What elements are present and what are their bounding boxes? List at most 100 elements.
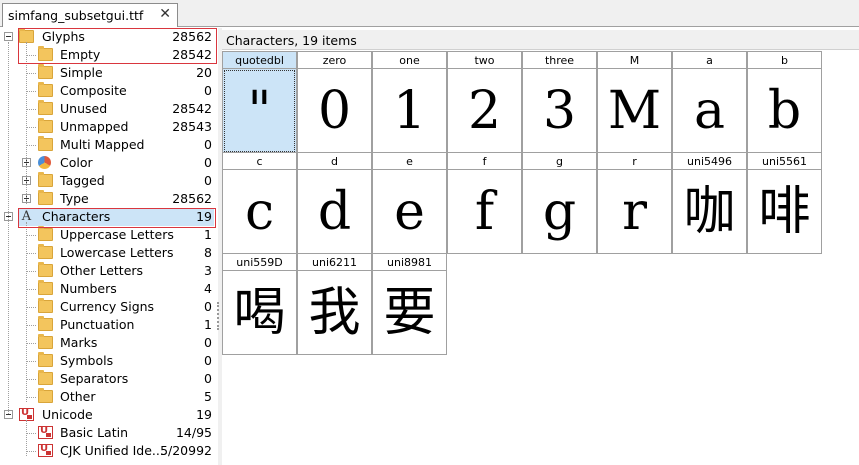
tree-item-count: 19 bbox=[196, 407, 212, 422]
tree-item-basic-latin[interactable]: Basic Latin 14/95 bbox=[0, 424, 218, 442]
close-icon[interactable]: ✕ bbox=[159, 6, 171, 22]
character-glyph: 咖 bbox=[683, 182, 736, 242]
tree-connector bbox=[26, 42, 27, 204]
collapse-icon[interactable] bbox=[4, 32, 13, 41]
folder-icon bbox=[38, 352, 53, 367]
character-cell[interactable]: uni559D 喝 bbox=[222, 253, 297, 355]
character-cell[interactable]: gg bbox=[522, 152, 597, 254]
unicode-icon bbox=[38, 443, 53, 457]
tree-connector bbox=[8, 42, 9, 414]
character-name: uni6211 bbox=[298, 254, 371, 271]
character-cell[interactable]: MM bbox=[597, 51, 672, 153]
characters-panel-title: Characters, 19 items bbox=[226, 33, 357, 48]
character-cell[interactable]: one 1 bbox=[372, 51, 447, 153]
tree-connector bbox=[26, 325, 36, 326]
folder-icon bbox=[38, 64, 53, 79]
tree-item-count: 1 bbox=[204, 227, 212, 242]
folder-icon bbox=[38, 316, 53, 331]
character-cell[interactable]: aa bbox=[672, 51, 747, 153]
tree-item-label: Separators bbox=[60, 371, 129, 386]
tree-connector bbox=[26, 307, 36, 308]
tree-item-marks[interactable]: Marks 0 bbox=[0, 334, 218, 352]
character-cell[interactable]: ff bbox=[447, 152, 522, 254]
character-glyph: f bbox=[474, 182, 495, 242]
tree-connector bbox=[26, 222, 27, 402]
tree-item-characters[interactable]: A Characters 19 bbox=[0, 208, 218, 226]
tree-item-punctuation[interactable]: Punctuation 1 bbox=[0, 316, 218, 334]
document-tab-bar: simfang_subsetgui.ttf ✕ bbox=[0, 0, 859, 27]
tree-connector bbox=[26, 420, 27, 456]
tree-item-separators[interactable]: Separators 0 bbox=[0, 370, 218, 388]
character-cell[interactable]: zero 0 bbox=[297, 51, 372, 153]
tree-item-unused[interactable]: Unused 28542 bbox=[0, 100, 218, 118]
character-name: uni8981 bbox=[373, 254, 446, 271]
character-glyph: 2 bbox=[467, 81, 502, 141]
character-glyph: M bbox=[607, 81, 662, 141]
character-cell[interactable]: dd bbox=[297, 152, 372, 254]
tree-connector bbox=[26, 433, 36, 434]
character-cell[interactable]: cc bbox=[222, 152, 297, 254]
tree-item-unicode[interactable]: Unicode 19 bbox=[0, 406, 218, 424]
tree-item-simple[interactable]: Simple 20 bbox=[0, 64, 218, 82]
tree-item-currency-signs[interactable]: Currency Signs 0 bbox=[0, 298, 218, 316]
tree-item-other[interactable]: Other 5 bbox=[0, 388, 218, 406]
character-name: b bbox=[748, 52, 821, 69]
folder-icon bbox=[38, 136, 53, 151]
tree-item-numbers[interactable]: Numbers 4 bbox=[0, 280, 218, 298]
character-glyph: g bbox=[542, 182, 577, 242]
character-name: c bbox=[223, 153, 296, 170]
tree-item-uppercase-letters[interactable]: Uppercase Letters 1 bbox=[0, 226, 218, 244]
character-cell[interactable]: bb bbox=[747, 51, 822, 153]
tree-item-multi-mapped[interactable]: Multi Mapped 0 bbox=[0, 136, 218, 154]
character-name: three bbox=[523, 52, 596, 69]
tree-item-label: Numbers bbox=[60, 281, 117, 296]
character-name: quotedbl bbox=[223, 52, 296, 69]
character-cell[interactable]: three 3 bbox=[522, 51, 597, 153]
category-tree[interactable]: Glyphs 28562 Empty 28542 Simple 20 Composite 0 U… bbox=[0, 28, 218, 465]
character-glyph: 0 bbox=[317, 81, 352, 141]
character-name: two bbox=[448, 52, 521, 69]
tree-item-lowercase-letters[interactable]: Lowercase Letters 8 bbox=[0, 244, 218, 262]
character-cell[interactable]: uni6211 我 bbox=[297, 253, 372, 355]
character-cell[interactable]: uni5496 咖 bbox=[672, 152, 747, 254]
character-name: uni5561 bbox=[748, 153, 821, 170]
tree-connector bbox=[26, 109, 36, 110]
character-cell[interactable]: uni8981 要 bbox=[372, 253, 447, 355]
character-glyph: 要 bbox=[383, 283, 436, 343]
folder-icon bbox=[38, 262, 53, 277]
tree-connector bbox=[26, 289, 36, 290]
tree-item-empty[interactable]: Empty 28542 bbox=[0, 46, 218, 64]
document-tab[interactable]: simfang_subsetgui.ttf ✕ bbox=[2, 3, 178, 27]
tree-item-tagged[interactable]: Tagged 0 bbox=[0, 172, 218, 190]
tree-item-other-letters[interactable]: Other Letters 3 bbox=[0, 262, 218, 280]
character-cell[interactable]: rr bbox=[597, 152, 672, 254]
folder-icon bbox=[38, 298, 53, 313]
tree-connector bbox=[26, 361, 36, 362]
splitter-grip[interactable] bbox=[217, 302, 221, 330]
tree-item-label: Color bbox=[60, 155, 93, 170]
character-cell[interactable]: uni5561 啡 bbox=[747, 152, 822, 254]
tree-item-unmapped[interactable]: Unmapped 28543 bbox=[0, 118, 218, 136]
character-glyph: c bbox=[244, 182, 275, 242]
folder-icon bbox=[38, 100, 53, 115]
tree-connector bbox=[26, 91, 36, 92]
tree-connector bbox=[26, 343, 36, 344]
character-glyph: 喝 bbox=[233, 283, 286, 343]
character-glyph: 3 bbox=[542, 81, 577, 141]
tree-item-label: Unused bbox=[60, 101, 108, 116]
tree-item-composite[interactable]: Composite 0 bbox=[0, 82, 218, 100]
tree-item-color[interactable]: Color 0 bbox=[0, 154, 218, 172]
folder-icon bbox=[38, 172, 53, 187]
tree-item-glyphs[interactable]: Glyphs 28562 bbox=[0, 28, 218, 46]
character-name: d bbox=[298, 153, 371, 170]
tree-item-type[interactable]: Type 28562 bbox=[0, 190, 218, 208]
tree-item-count: 0 bbox=[204, 335, 212, 350]
tree-item-cjk-unified[interactable]: CJK Unified Ide...5/20992 bbox=[0, 442, 218, 460]
tree-item-symbols[interactable]: Symbols 0 bbox=[0, 352, 218, 370]
character-cell[interactable]: quotedbl " bbox=[222, 51, 297, 153]
tree-item-count: 8 bbox=[204, 245, 212, 260]
character-glyph: r bbox=[622, 182, 647, 242]
character-name: zero bbox=[298, 52, 371, 69]
character-cell[interactable]: ee bbox=[372, 152, 447, 254]
character-cell[interactable]: two 2 bbox=[447, 51, 522, 153]
